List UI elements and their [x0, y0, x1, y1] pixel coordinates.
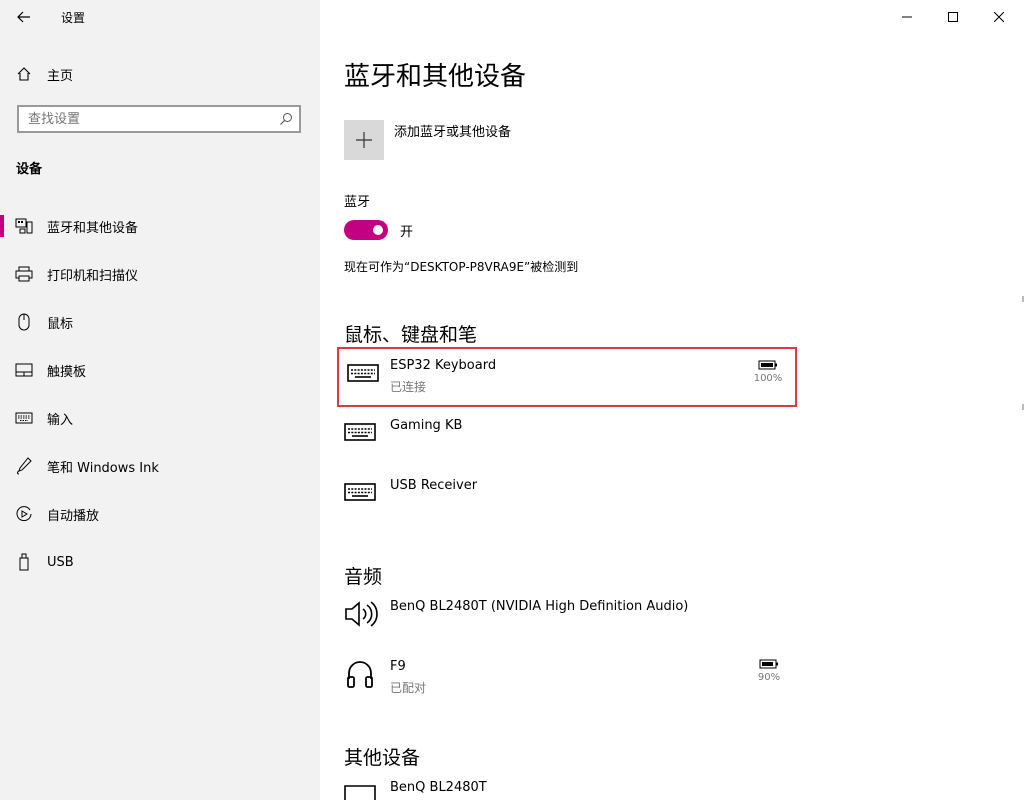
- monitor-icon: [344, 784, 376, 800]
- touchpad-icon: [14, 360, 34, 380]
- sidebar-item-printers[interactable]: 打印机和扫描仪: [0, 254, 320, 294]
- sidebar-item-home[interactable]: 主页: [0, 54, 320, 94]
- device-name: USB Receiver: [390, 478, 478, 493]
- battery-icon: [758, 360, 777, 370]
- autoplay-icon: [14, 504, 34, 524]
- main-panel: 蓝牙和其他设备 添加蓝牙或其他设备 蓝牙 开 现在可作为“DESKTOP-P8V…: [320, 0, 1024, 800]
- back-button[interactable]: [8, 4, 40, 30]
- bluetooth-toggle-state: 开: [400, 225, 414, 240]
- sidebar-item-typing[interactable]: 输入: [0, 398, 320, 438]
- sidebar-item-mouse[interactable]: 鼠标: [0, 302, 320, 342]
- mouse-icon: [14, 312, 34, 332]
- sidebar-item-label: 笔和 Windows Ink: [47, 460, 159, 476]
- sidebar-item-touchpad[interactable]: 触摸板: [0, 350, 320, 390]
- minimize-button[interactable]: [884, 0, 930, 34]
- keyboard-icon: [344, 482, 376, 502]
- sidebar-item-label: 鼠标: [47, 316, 74, 332]
- battery-indicator: 100%: [753, 360, 783, 384]
- device-esp32-keyboard[interactable]: ESP32 Keyboard 已连接 100%: [337, 347, 797, 407]
- battery-percent: 100%: [753, 373, 783, 384]
- other-section-title: 其他设备: [344, 747, 421, 769]
- app-title: 设置: [61, 11, 86, 25]
- pen-icon: [14, 456, 34, 476]
- usb-icon: [14, 552, 34, 572]
- sidebar-section-title: 设备: [16, 162, 43, 177]
- headphones-icon: [346, 659, 374, 689]
- keyboard-icon: [344, 422, 376, 442]
- device-name: ESP32 Keyboard: [390, 358, 497, 373]
- home-icon: [14, 64, 34, 84]
- input-section-title: 鼠标、键盘和笔: [344, 324, 478, 346]
- device-usb-receiver[interactable]: USB Receiver: [336, 468, 798, 528]
- battery-icon: [759, 659, 778, 669]
- keyboard-icon: [14, 408, 34, 428]
- sidebar-item-label: 输入: [47, 412, 74, 428]
- sidebar-item-label: 打印机和扫描仪: [47, 268, 139, 284]
- device-name: Gaming KB: [390, 418, 463, 433]
- toggle-knob: [373, 225, 383, 235]
- add-device-button[interactable]: [344, 120, 384, 160]
- search-input[interactable]: [19, 107, 277, 131]
- device-name: BenQ BL2480T (NVIDIA High Definition Aud…: [390, 599, 689, 614]
- close-icon: [994, 12, 1004, 22]
- sidebar-item-pen[interactable]: 笔和 Windows Ink: [0, 446, 320, 486]
- selection-indicator: [0, 215, 4, 237]
- search-icon[interactable]: [279, 112, 293, 126]
- discoverable-text: 现在可作为“DESKTOP-P8VRA9E”被检测到: [344, 260, 579, 274]
- bluetooth-toggle[interactable]: [344, 220, 388, 240]
- search-box[interactable]: [17, 105, 301, 133]
- device-status: 已配对: [390, 681, 427, 695]
- battery-percent: 90%: [757, 672, 781, 683]
- audio-section-title: 音频: [344, 566, 383, 588]
- maximize-icon: [948, 12, 958, 22]
- sidebar-home-label: 主页: [47, 68, 74, 84]
- battery-indicator: 90%: [754, 659, 784, 683]
- sidebar: 设置 主页 设备 蓝牙和其他设备 打印机和扫描仪 鼠标: [0, 0, 320, 800]
- sidebar-item-usb[interactable]: USB: [0, 542, 320, 582]
- device-benq-monitor[interactable]: BenQ BL2480T: [336, 770, 798, 800]
- sidebar-item-label: USB: [47, 554, 74, 570]
- printer-icon: [14, 264, 34, 284]
- sidebar-item-autoplay[interactable]: 自动播放: [0, 494, 320, 534]
- bluetooth-label: 蓝牙: [344, 195, 371, 210]
- device-name: F9: [390, 659, 406, 674]
- sidebar-item-label: 蓝牙和其他设备: [47, 220, 139, 236]
- back-arrow-icon: [17, 11, 30, 23]
- minimize-icon: [902, 16, 912, 18]
- close-button[interactable]: [976, 0, 1022, 34]
- plus-icon: [356, 132, 372, 148]
- speaker-icon: [344, 599, 378, 629]
- add-device-label[interactable]: 添加蓝牙或其他设备: [394, 121, 511, 140]
- keyboard-icon: [347, 363, 379, 383]
- maximize-button[interactable]: [930, 0, 976, 34]
- page-title: 蓝牙和其他设备: [344, 62, 527, 92]
- bluetooth-devices-icon: [14, 216, 34, 236]
- device-status: 已连接: [390, 380, 427, 394]
- device-gaming-kb[interactable]: Gaming KB: [336, 408, 798, 468]
- sidebar-item-label: 触摸板: [47, 364, 87, 380]
- device-name: BenQ BL2480T: [390, 780, 487, 795]
- device-f9-headphones[interactable]: F9 已配对 90%: [336, 649, 798, 709]
- device-benq-audio[interactable]: BenQ BL2480T (NVIDIA High Definition Aud…: [336, 589, 798, 649]
- sidebar-item-bluetooth[interactable]: 蓝牙和其他设备: [0, 206, 320, 246]
- sidebar-item-label: 自动播放: [47, 508, 100, 524]
